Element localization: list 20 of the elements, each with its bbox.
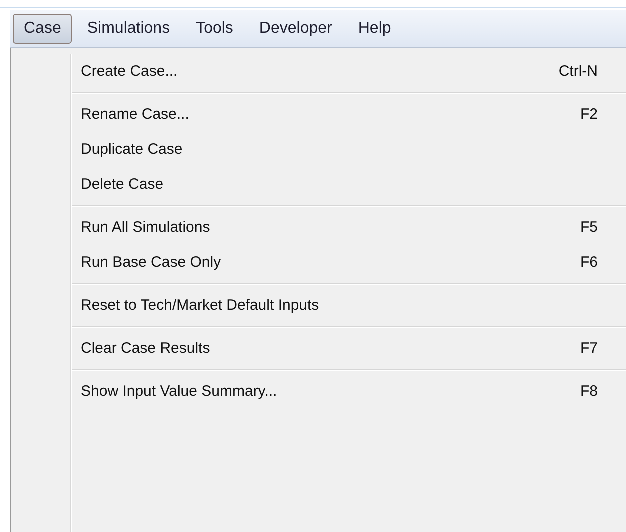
menu-item[interactable]: Duplicate Case	[81, 141, 183, 158]
shortcut-label: F8	[580, 383, 598, 400]
menu-title[interactable]: Simulations	[76, 14, 182, 44]
menu-item[interactable]: Run Base Case Only	[81, 254, 222, 271]
menu-item[interactable]: Rename Case...	[81, 106, 190, 123]
menu-item[interactable]: Delete Case	[81, 176, 164, 193]
menu-item[interactable]: Show Input Value Summary...	[81, 383, 278, 400]
menu-title[interactable]: Tools	[185, 14, 244, 44]
menu-title[interactable]: Case	[13, 14, 72, 44]
menu-title[interactable]: Help	[347, 14, 402, 44]
shortcut-label: Ctrl-N	[558, 63, 598, 80]
shortcut-label: F6	[580, 254, 598, 271]
menu-title[interactable]: Developer	[248, 14, 344, 44]
menu-item[interactable]: Clear Case Results	[81, 340, 210, 357]
shortcut-label: F2	[580, 106, 598, 123]
menu-item[interactable]: Reset to Tech/Market Default Inputs	[81, 297, 320, 314]
shortcut-label: F5	[580, 219, 598, 236]
menu-item[interactable]: Create Case...	[81, 63, 178, 80]
menu-item[interactable]: Run All Simulations	[81, 219, 210, 236]
shortcut-label: F7	[580, 340, 598, 357]
